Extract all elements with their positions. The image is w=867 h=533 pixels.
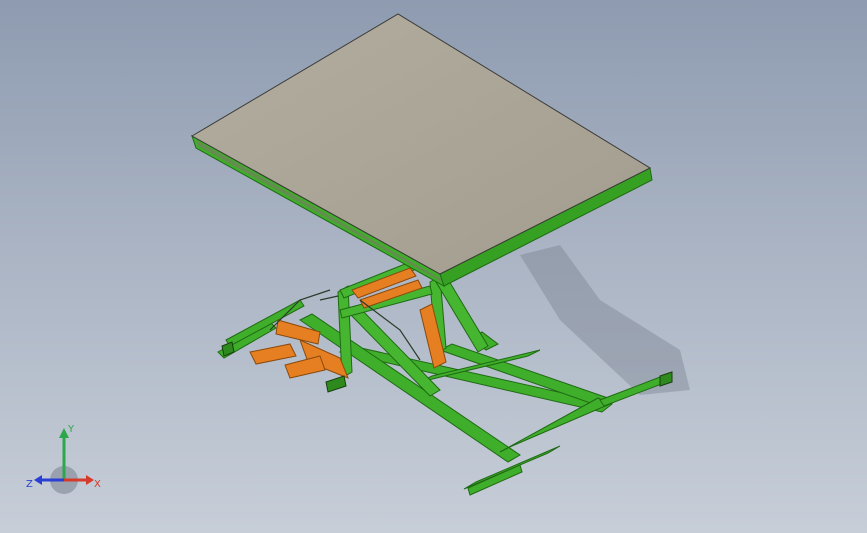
triad-x-arrow-icon [86,475,94,485]
triad-x-label: X [94,479,101,490]
view-triad[interactable]: Y X Z [22,420,112,500]
cad-viewport[interactable]: Y X Z [0,0,867,533]
tabletop-surface [190,13,652,275]
lift-table-model[interactable] [0,0,867,533]
triad-z-arrow-icon [34,475,42,485]
table-shadow [520,245,690,395]
tabletop[interactable] [190,13,653,288]
triad-y-label: Y [67,424,75,435]
triad-z-label: Z [26,479,33,490]
